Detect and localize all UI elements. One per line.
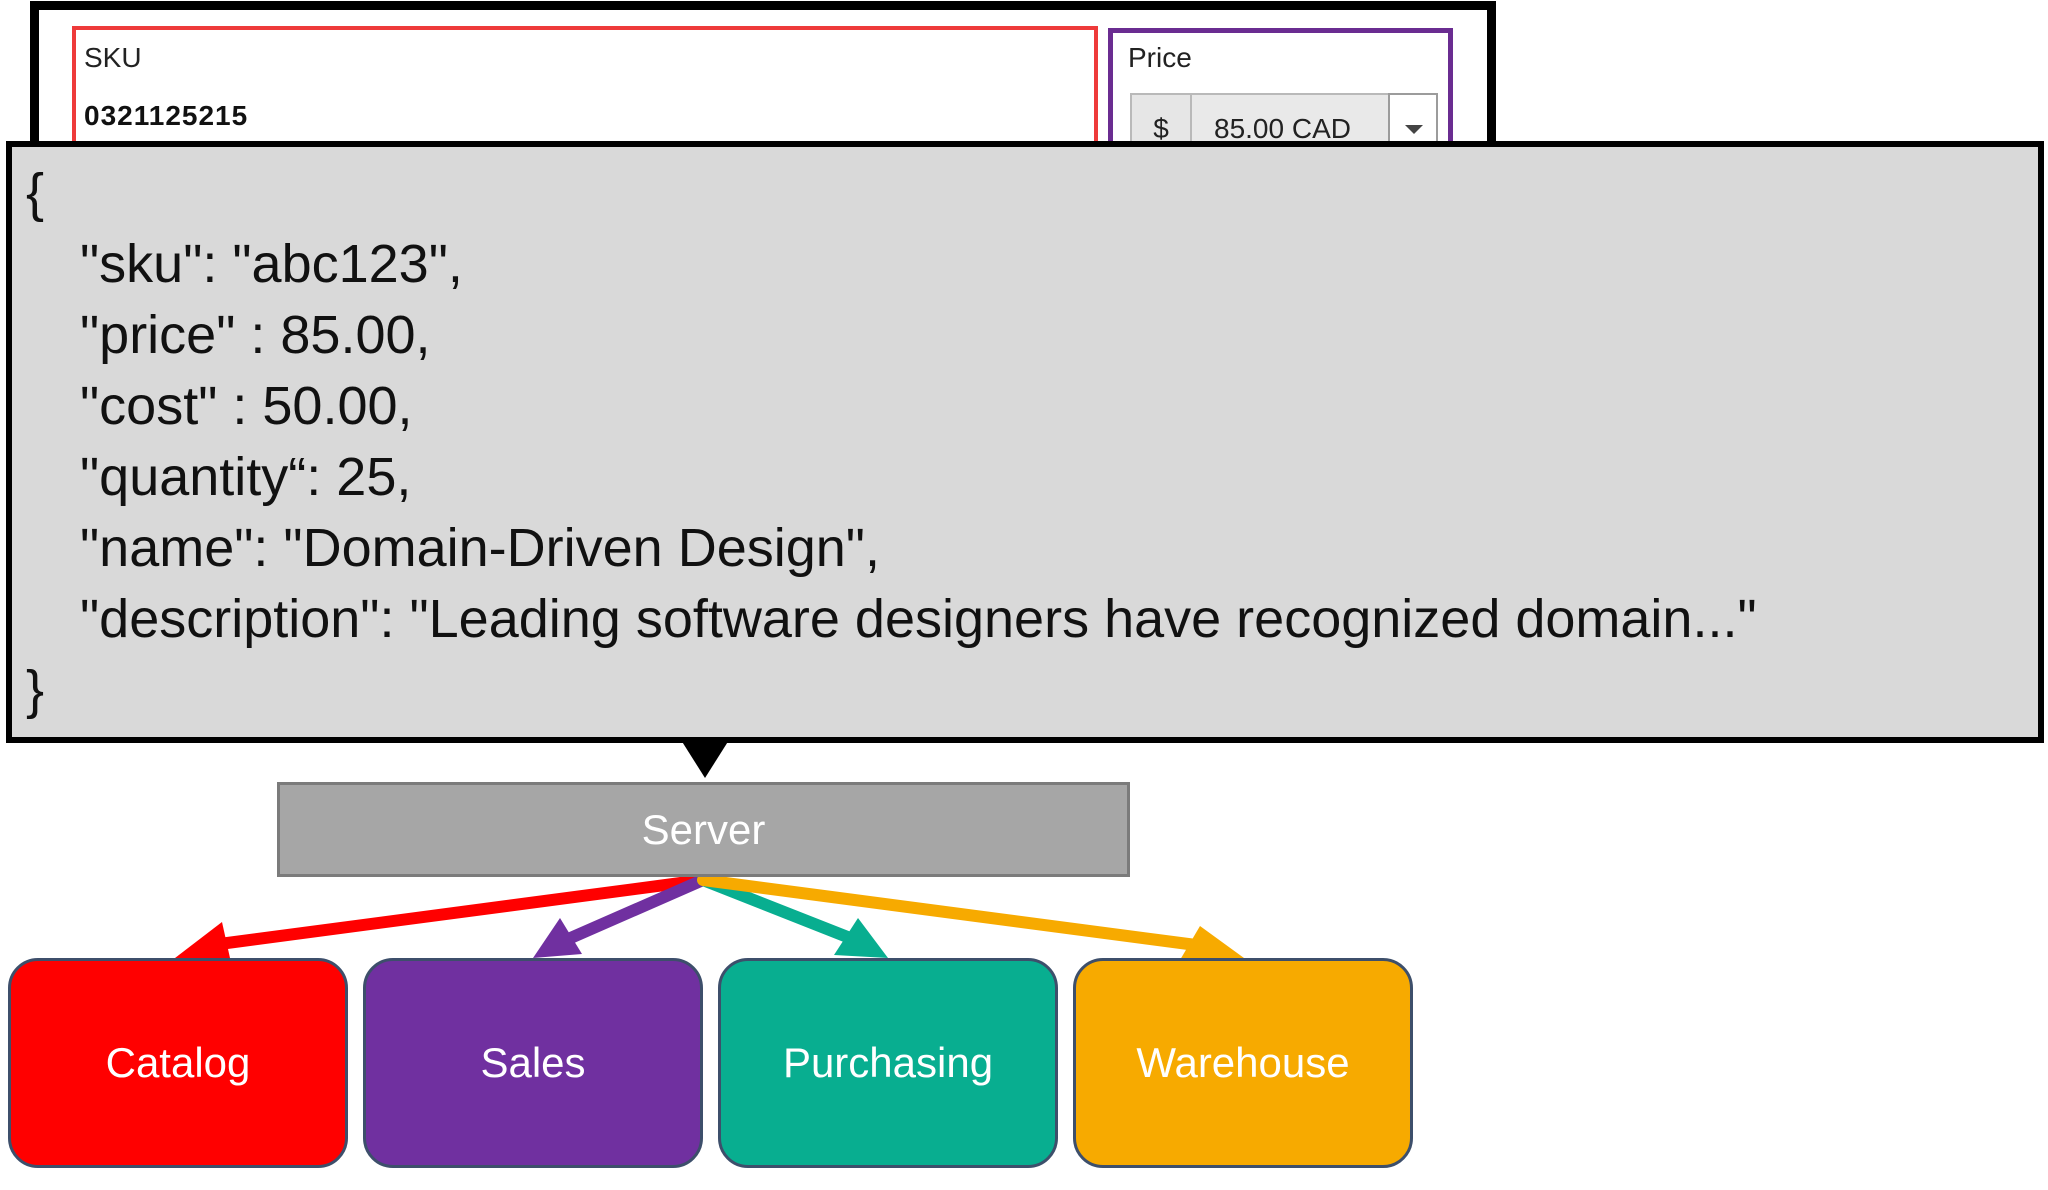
sku-value: 0321125215: [84, 100, 249, 131]
arrow-to-catalog: [175, 874, 709, 958]
json-line: }: [26, 660, 45, 720]
warehouse-box: Warehouse: [1073, 958, 1413, 1168]
purchasing-box: Purchasing: [718, 958, 1058, 1168]
sku-label: SKU: [84, 42, 142, 73]
json-line: {: [26, 163, 45, 223]
callout-pointer: [681, 740, 729, 778]
arrow-to-purchasing: [697, 874, 888, 958]
json-line: "price" : 85.00,: [80, 305, 431, 365]
json-line: "description": "Leading software designe…: [80, 589, 1757, 649]
json-line: "name": "Domain-Driven Design",: [80, 518, 880, 578]
arrow-to-sales: [533, 874, 709, 958]
arrow-to-warehouse: [697, 874, 1244, 960]
server-box: Server: [277, 782, 1130, 877]
sales-box: Sales: [363, 958, 703, 1168]
json-line: "quantity“: 25,: [80, 447, 412, 507]
chevron-down-icon: [1405, 125, 1423, 134]
price-label: Price: [1128, 42, 1192, 73]
json-line: "sku": "abc123",: [80, 234, 463, 294]
catalog-box: Catalog: [8, 958, 348, 1168]
json-code-block: { "sku": "abc123", "price" : 85.00, "cos…: [26, 158, 2016, 726]
json-line: "cost" : 50.00,: [80, 376, 413, 436]
